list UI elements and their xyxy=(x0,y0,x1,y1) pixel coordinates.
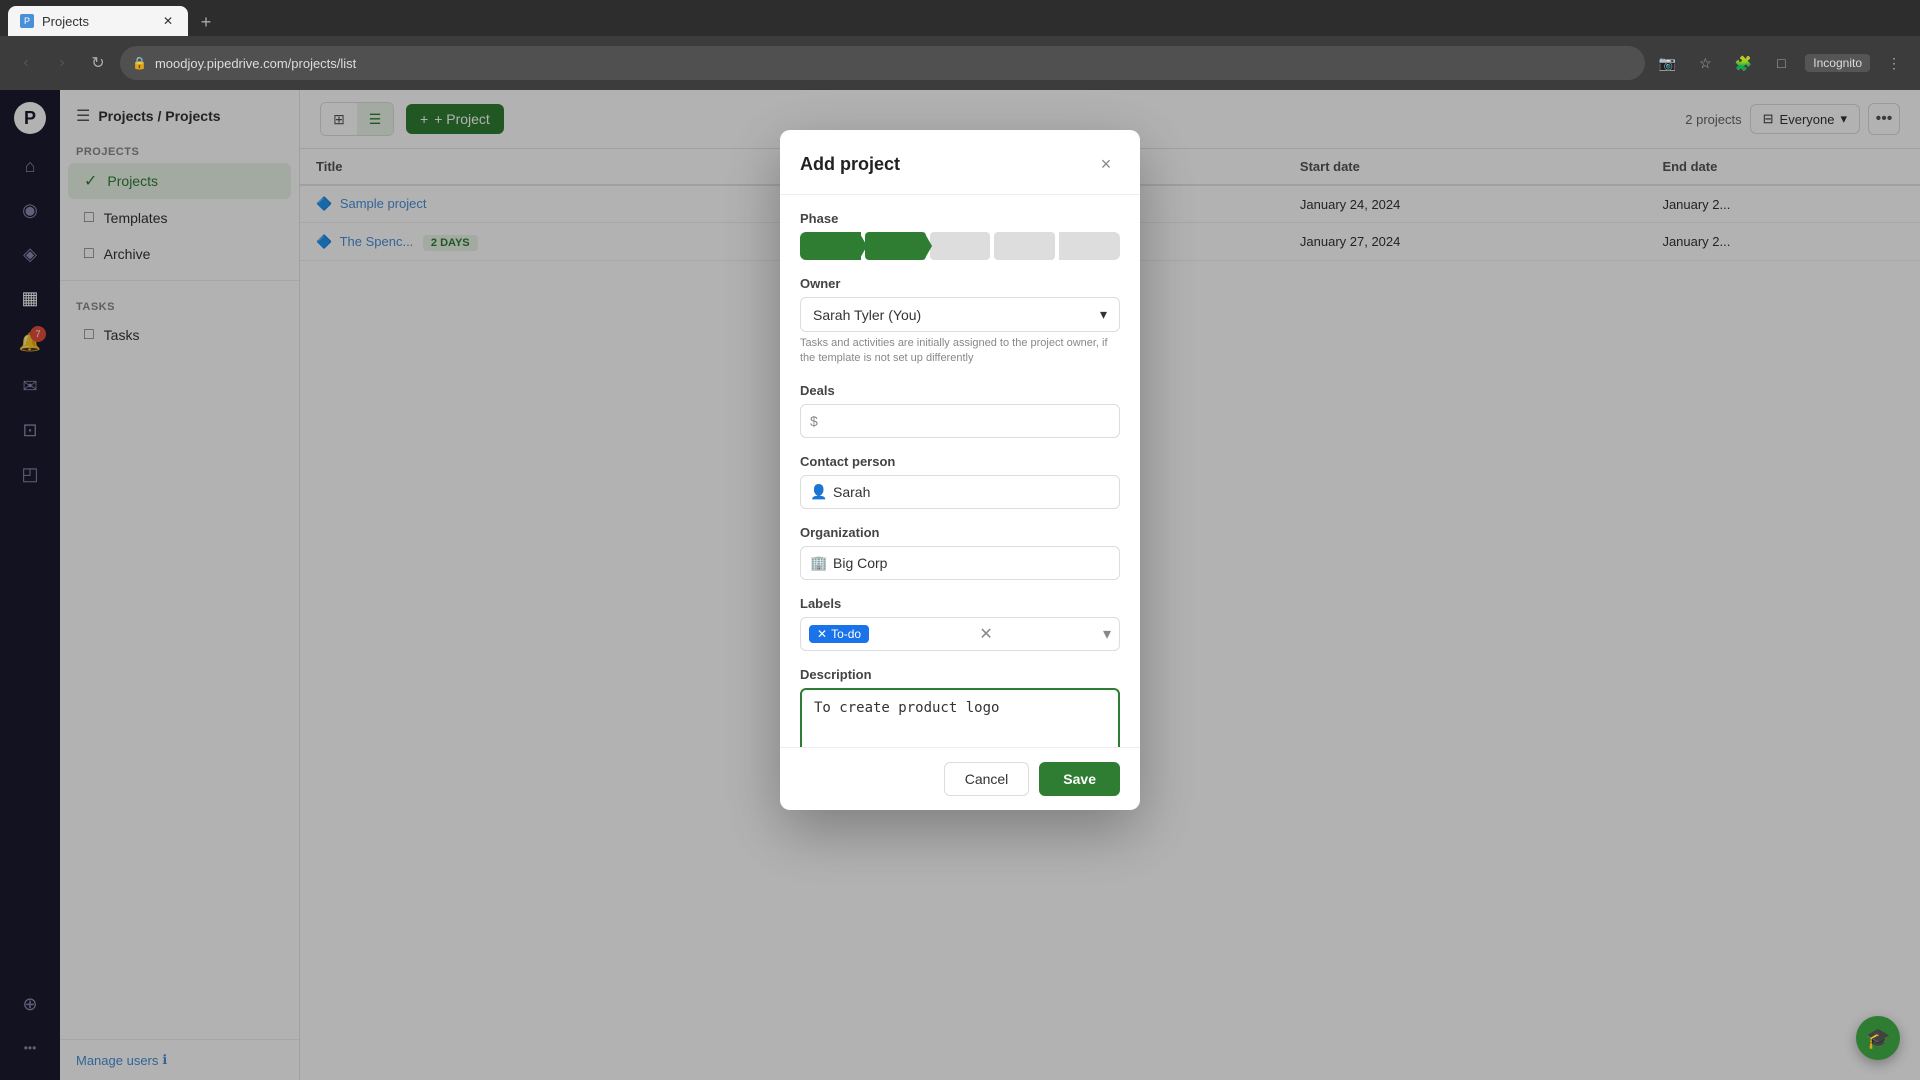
owner-label: Owner xyxy=(800,276,1120,291)
description-group: Description To create product logo xyxy=(800,667,1120,747)
incognito-badge: Incognito xyxy=(1805,54,1870,72)
deals-input-wrapper: $ xyxy=(800,404,1120,438)
toolbar-right: 📷 ☆ 🧩 □ Incognito ⋮ xyxy=(1653,49,1908,77)
tab-close-button[interactable]: ✕ xyxy=(160,13,176,29)
extensions-icon[interactable]: 🧩 xyxy=(1729,49,1757,77)
owner-group: Owner Sarah Tyler (You) ▾ Tasks and acti… xyxy=(800,276,1120,367)
labels-clear-icon[interactable]: ✕ xyxy=(979,624,992,644)
camera-icon[interactable]: 📷 xyxy=(1653,49,1681,77)
modal-title: Add project xyxy=(800,154,900,175)
phase-group: Phase xyxy=(800,211,1120,260)
tab-favicon: P xyxy=(20,14,34,28)
labels-select[interactable]: ✕ To-do ✕ ▾ xyxy=(800,617,1120,651)
owner-dropdown-arrow: ▾ xyxy=(1100,306,1107,323)
deals-group: Deals $ xyxy=(800,383,1120,438)
phase-label: Phase xyxy=(800,211,1120,226)
new-tab-button[interactable]: + xyxy=(192,8,220,36)
phase-step-5[interactable] xyxy=(1059,232,1120,260)
owner-hint: Tasks and activities are initially assig… xyxy=(800,336,1120,367)
address-bar[interactable]: 🔒 moodjoy.pipedrive.com/projects/list xyxy=(120,46,1645,80)
description-label: Description xyxy=(800,667,1120,682)
todo-tag-remove[interactable]: ✕ xyxy=(817,627,827,641)
browser-chrome: P Projects ✕ + ‹ › ↻ 🔒 moodjoy.pipedrive… xyxy=(0,0,1920,90)
deals-icon: $ xyxy=(810,413,818,429)
todo-tag: ✕ To-do xyxy=(809,625,869,643)
reload-button[interactable]: ↻ xyxy=(84,49,112,77)
owner-value: Sarah Tyler (You) xyxy=(813,307,921,323)
labels-dropdown-icon[interactable]: ▾ xyxy=(1103,624,1111,644)
organization-input[interactable] xyxy=(800,546,1120,580)
add-project-modal: Add project × Phase Owner Sarah Tyler xyxy=(780,130,1140,810)
back-button[interactable]: ‹ xyxy=(12,49,40,77)
url-text: moodjoy.pipedrive.com/projects/list xyxy=(155,56,356,71)
description-textarea[interactable]: To create product logo xyxy=(800,688,1120,747)
phase-bar[interactable] xyxy=(800,232,1120,260)
contact-input-wrapper: 👤 xyxy=(800,475,1120,509)
owner-select[interactable]: Sarah Tyler (You) ▾ xyxy=(800,297,1120,332)
contact-person-label: Contact person xyxy=(800,454,1120,469)
profile-icon[interactable]: □ xyxy=(1767,49,1795,77)
save-button[interactable]: Save xyxy=(1039,762,1120,796)
active-tab[interactable]: P Projects ✕ xyxy=(8,6,188,36)
organization-label: Organization xyxy=(800,525,1120,540)
contact-person-icon: 👤 xyxy=(810,483,827,500)
browser-tabs: P Projects ✕ + xyxy=(0,0,1920,36)
labels-label: Labels xyxy=(800,596,1120,611)
modal-close-button[interactable]: × xyxy=(1092,150,1120,178)
bookmark-star-icon[interactable]: ☆ xyxy=(1691,49,1719,77)
help-fab-icon: 🎓 xyxy=(1866,1026,1891,1051)
modal-overlay[interactable]: Add project × Phase Owner Sarah Tyler xyxy=(0,90,1920,1080)
help-fab-button[interactable]: 🎓 xyxy=(1856,1016,1900,1060)
phase-step-1[interactable] xyxy=(800,232,861,260)
tab-label: Projects xyxy=(42,14,89,29)
phase-step-3[interactable] xyxy=(930,232,991,260)
organization-group: Organization 🏢 xyxy=(800,525,1120,580)
modal-header: Add project × xyxy=(780,130,1140,195)
labels-group: Labels ✕ To-do ✕ ▾ xyxy=(800,596,1120,651)
lock-icon: 🔒 xyxy=(132,56,147,70)
deals-input[interactable] xyxy=(800,404,1120,438)
organization-icon: 🏢 xyxy=(810,554,827,571)
forward-button[interactable]: › xyxy=(48,49,76,77)
cancel-button[interactable]: Cancel xyxy=(944,762,1030,796)
browser-toolbar: ‹ › ↻ 🔒 moodjoy.pipedrive.com/projects/l… xyxy=(0,36,1920,90)
deals-label: Deals xyxy=(800,383,1120,398)
menu-icon[interactable]: ⋮ xyxy=(1880,49,1908,77)
contact-person-input[interactable] xyxy=(800,475,1120,509)
phase-step-2[interactable] xyxy=(865,232,926,260)
modal-footer: Cancel Save xyxy=(780,747,1140,810)
phase-step-4[interactable] xyxy=(994,232,1055,260)
contact-person-group: Contact person 👤 xyxy=(800,454,1120,509)
todo-tag-label: To-do xyxy=(831,627,861,641)
organization-input-wrapper: 🏢 xyxy=(800,546,1120,580)
modal-body: Phase Owner Sarah Tyler (You) ▾ Tasks an… xyxy=(780,195,1140,747)
